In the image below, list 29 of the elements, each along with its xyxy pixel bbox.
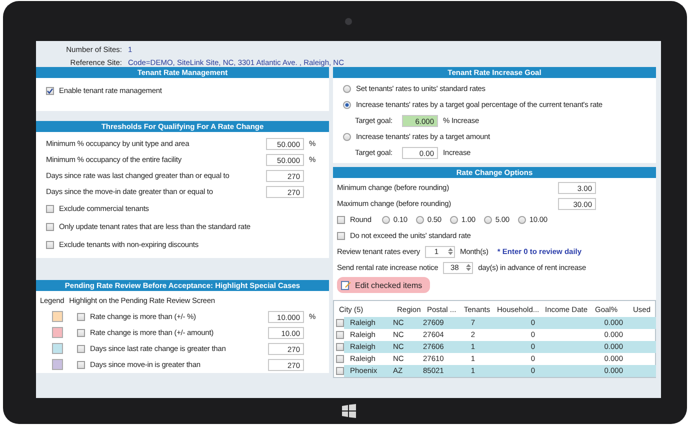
- checkbox[interactable]: [46, 240, 54, 248]
- radio-button[interactable]: [484, 216, 492, 224]
- checkbox[interactable]: [46, 222, 54, 230]
- checkbox[interactable]: [337, 216, 345, 224]
- edit-icon: [341, 280, 351, 290]
- checkbox[interactable]: [336, 355, 344, 363]
- radio-button[interactable]: [450, 216, 458, 224]
- radio-button[interactable]: [518, 216, 526, 224]
- spinner-arrows-icon[interactable]: [446, 247, 454, 256]
- radio-button[interactable]: [382, 216, 390, 224]
- edit-checked-button[interactable]: Edit checked items: [337, 277, 430, 293]
- checkbox[interactable]: [337, 232, 345, 240]
- checkbox[interactable]: [77, 312, 85, 320]
- checkbox[interactable]: [336, 319, 344, 327]
- checkbox[interactable]: [77, 360, 85, 368]
- checkbox[interactable]: [336, 367, 344, 375]
- checkbox[interactable]: [46, 204, 54, 212]
- radio-button[interactable]: [343, 132, 351, 140]
- checkbox[interactable]: [336, 331, 344, 339]
- windows-logo-icon[interactable]: [342, 404, 356, 418]
- checkbox[interactable]: [77, 344, 85, 352]
- radio-button[interactable]: [416, 216, 424, 224]
- spinner-arrows-icon[interactable]: [465, 263, 472, 272]
- camera-icon: [345, 18, 352, 24]
- radio-button[interactable]: [343, 84, 351, 92]
- checkbox[interactable]: [336, 343, 344, 351]
- checkbox[interactable]: [77, 328, 85, 336]
- checkbox[interactable]: [46, 86, 54, 94]
- radio-button[interactable]: [343, 100, 351, 108]
